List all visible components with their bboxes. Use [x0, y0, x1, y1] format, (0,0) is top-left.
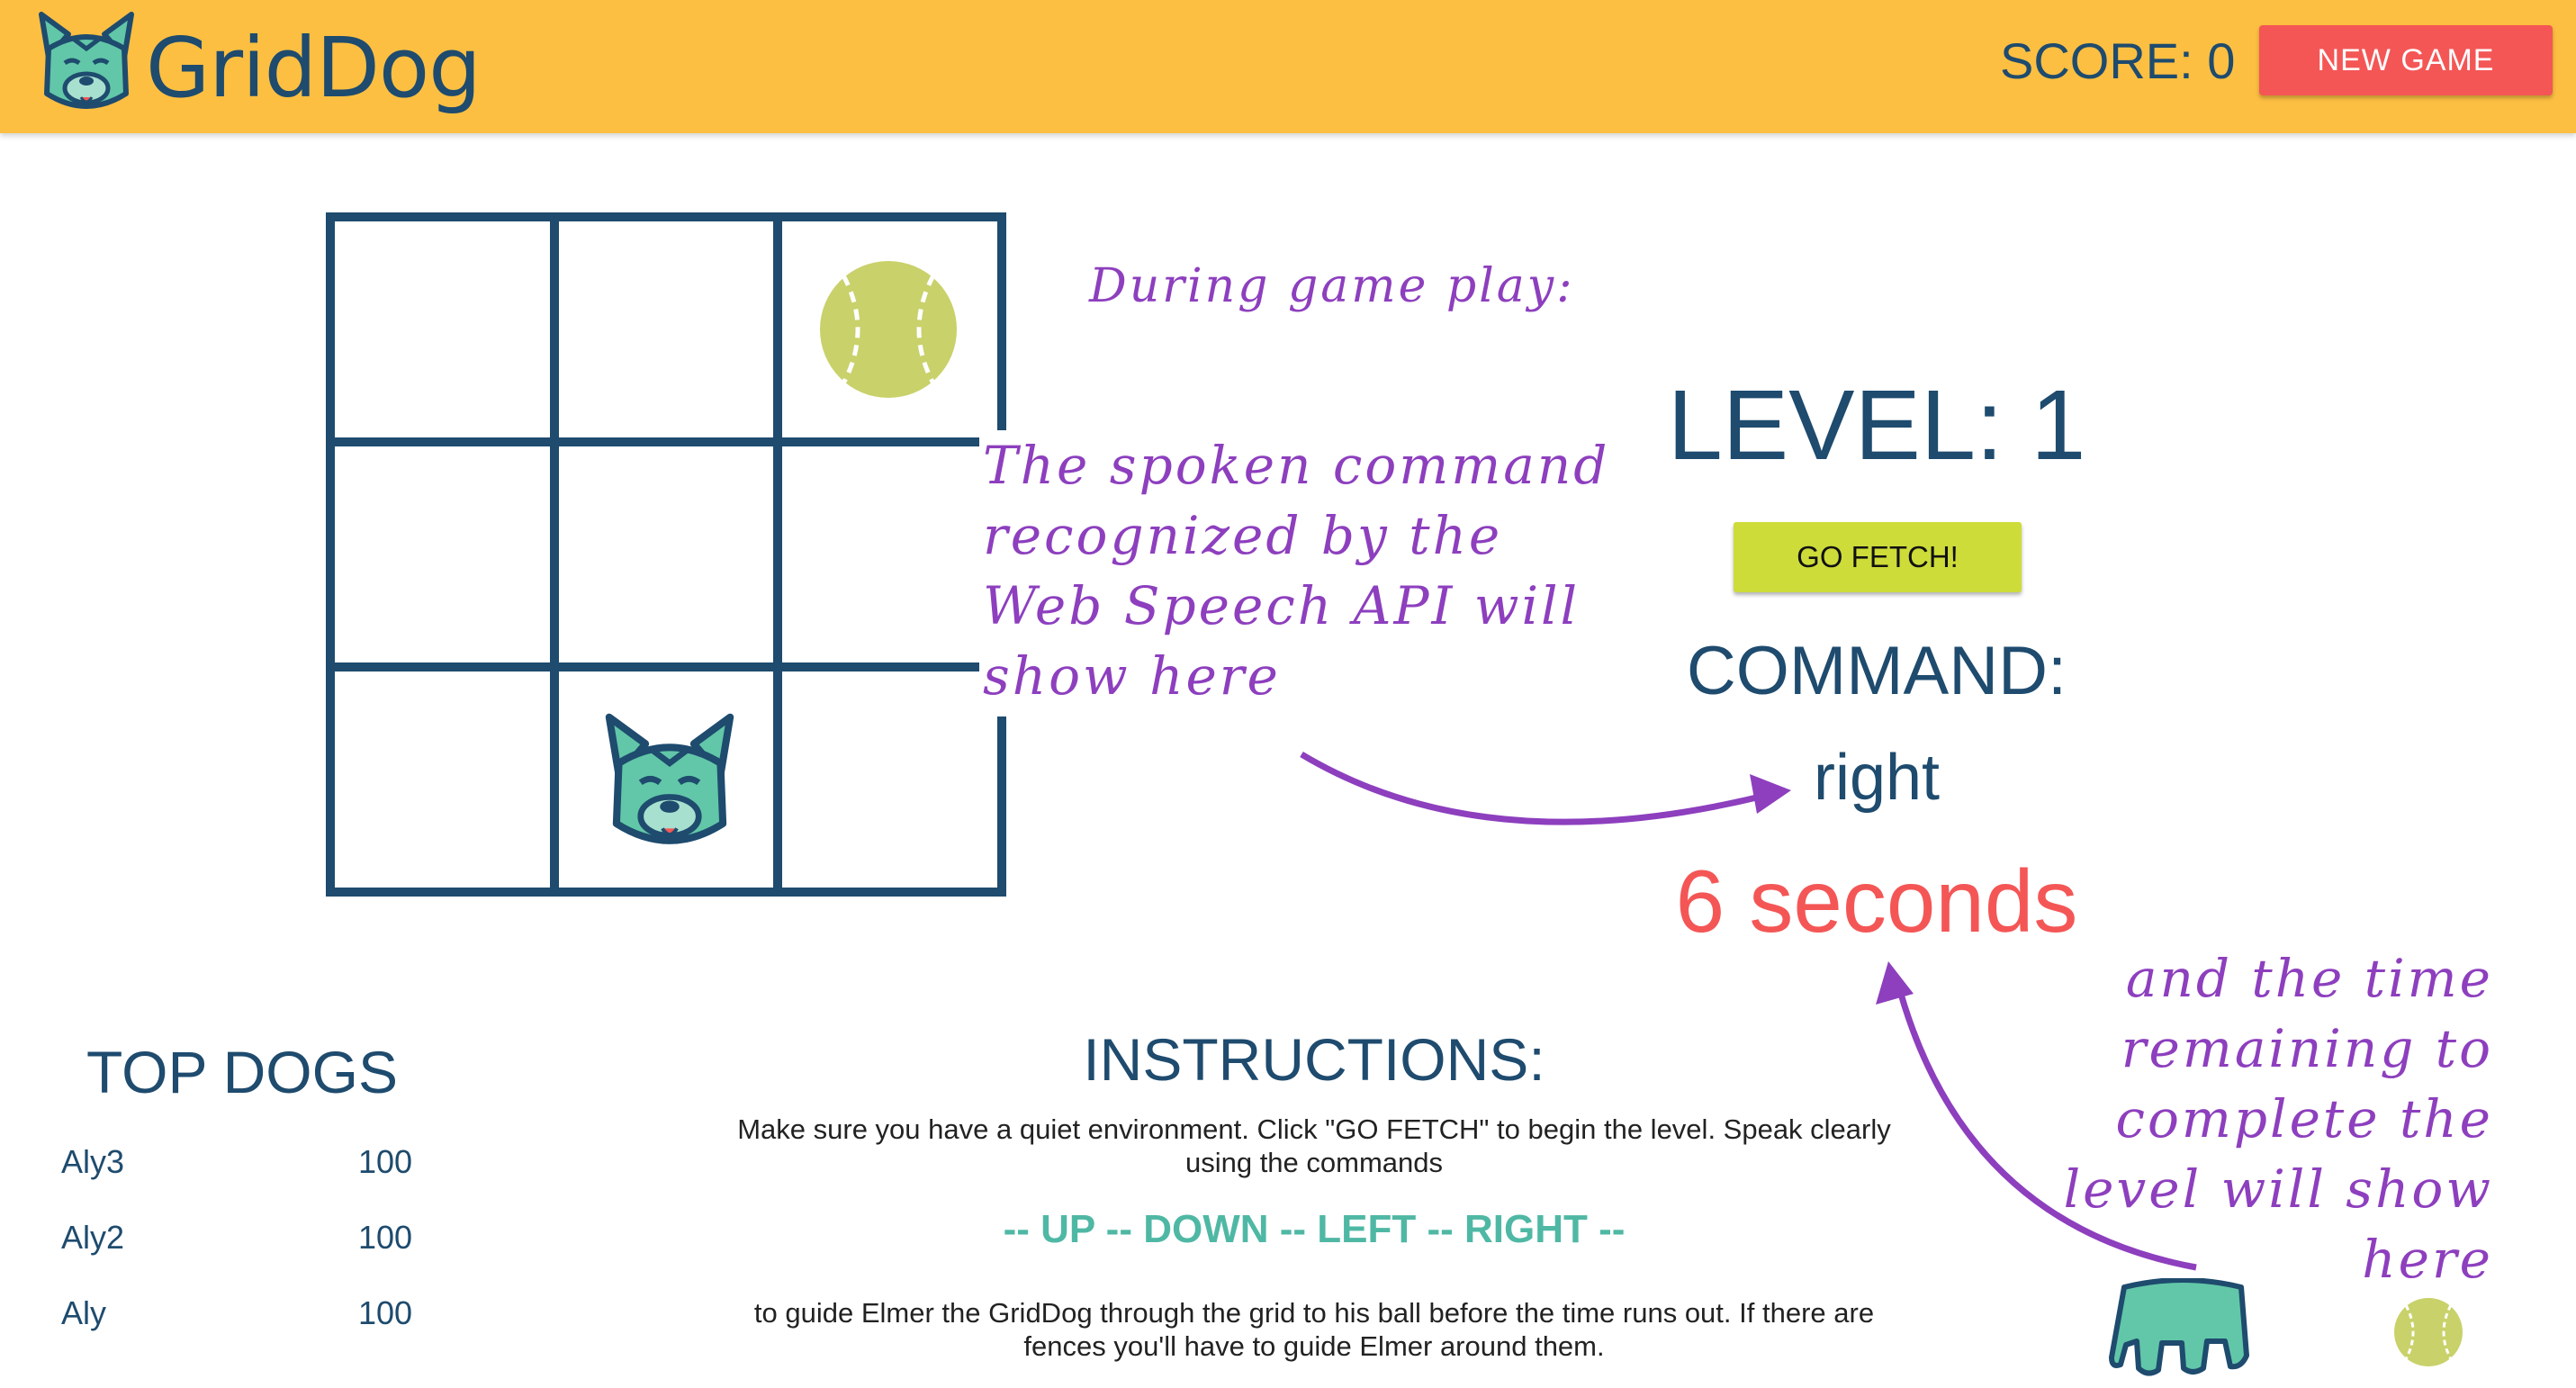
leaderboard-row: Aly2 100: [61, 1219, 439, 1294]
dog-logo-icon: [32, 7, 140, 122]
annotation-time-remaining: and the time remaining to complete the l…: [2063, 948, 2493, 1290]
player-score: 100: [358, 1143, 413, 1180]
grid-cell: [554, 217, 779, 442]
grid-cell: [778, 667, 1002, 892]
grid-cell: [778, 442, 1002, 667]
dog-body-icon: [2109, 1278, 2249, 1376]
dog-face-icon: [605, 713, 734, 844]
leaderboard-row: Aly 100: [61, 1294, 439, 1370]
instructions-title: INSTRUCTIONS:: [1083, 1026, 1545, 1093]
new-game-button[interactable]: NEW GAME: [2259, 25, 2553, 95]
leaderboard-row: Aly3 100: [61, 1143, 439, 1219]
arrow-head: [1876, 961, 1914, 1005]
player-name: Aly2: [61, 1219, 125, 1256]
leaderboard: Aly3 100 Aly2 100 Aly 100: [61, 1143, 439, 1370]
grid-cell: [330, 442, 554, 667]
top-dogs-title: TOP DOGS: [86, 1039, 398, 1105]
grid-cell-ball: [778, 217, 1002, 442]
grid-cell: [330, 667, 554, 892]
annotation-spoken-command: The spoken command recognized by the Web…: [979, 430, 1618, 717]
command-label: COMMAND:: [1686, 633, 2067, 709]
level-display: LEVEL: 1: [1667, 370, 2086, 481]
player-name: Aly: [61, 1294, 107, 1331]
time-remaining: 6 seconds: [1675, 852, 2078, 951]
player-score: 100: [358, 1294, 413, 1331]
top-bar: GridDog SCORE: 0 NEW GAME: [0, 0, 2576, 133]
instructions-text: Make sure you have a quiet environment. …: [737, 1113, 1891, 1179]
tennis-ball-icon: [820, 261, 958, 398]
grid-cell: [554, 442, 779, 667]
instructions-commands: -- UP -- DOWN -- LEFT -- RIGHT --: [1003, 1207, 1626, 1251]
annotation-during: During game play:: [1089, 259, 1575, 313]
command-value: right: [1813, 742, 1941, 814]
go-fetch-button[interactable]: GO FETCH!: [1734, 522, 2022, 592]
tennis-ball-icon: [2394, 1298, 2463, 1366]
grid-cell-dog: [554, 667, 779, 892]
score-display: SCORE: 0: [2000, 32, 2236, 89]
player-name: Aly3: [61, 1143, 125, 1180]
grid-cell: [330, 217, 554, 442]
instructions-text-2: to guide Elmer the GridDog through the g…: [753, 1297, 1875, 1363]
brand-name: GridDog: [146, 20, 482, 116]
game-grid: [326, 212, 1006, 897]
player-score: 100: [358, 1219, 413, 1256]
